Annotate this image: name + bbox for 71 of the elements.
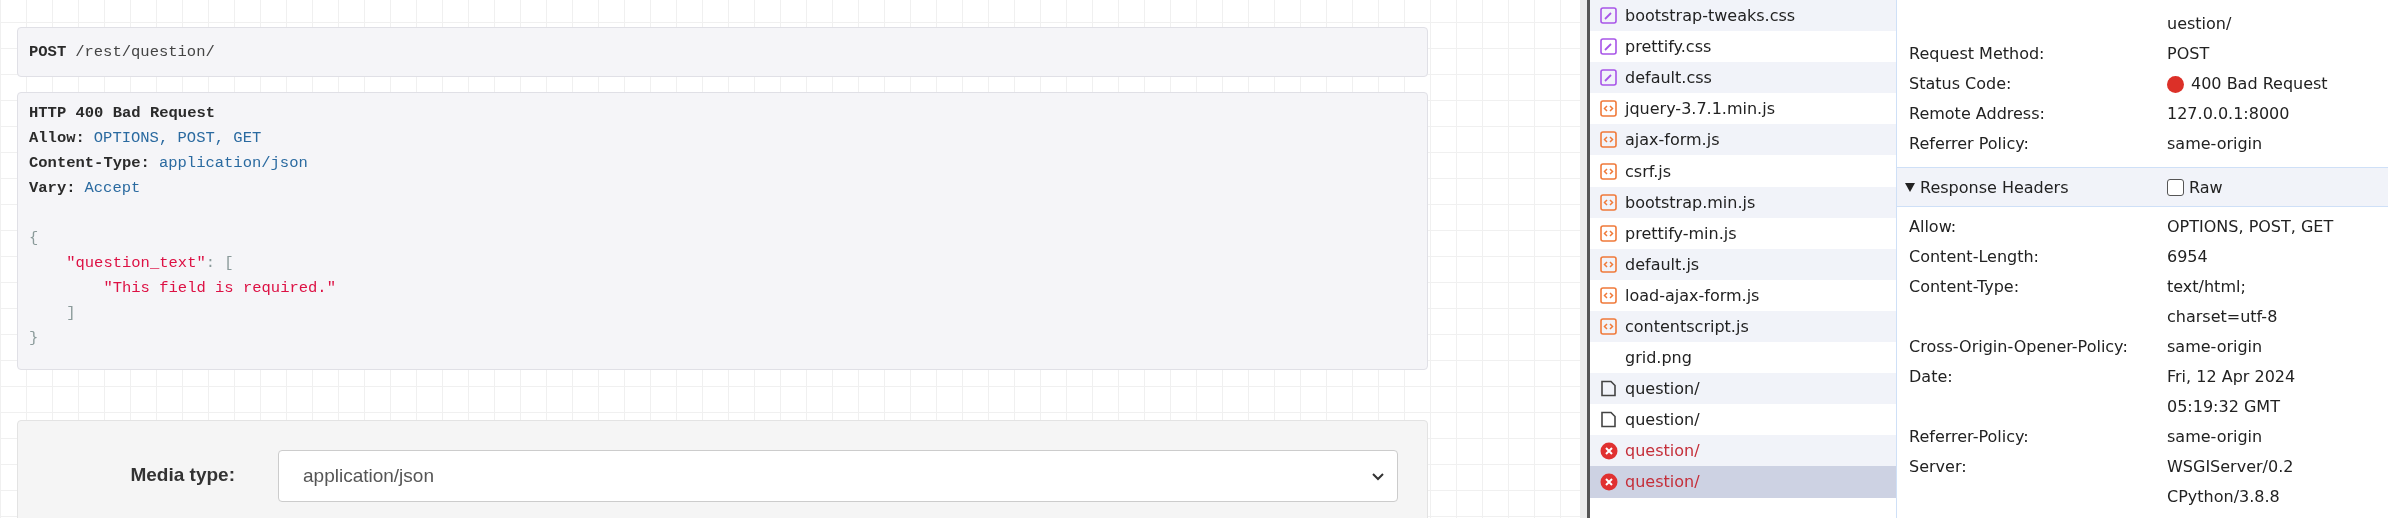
request-path: /rest/question/: [75, 43, 215, 61]
status-line: HTTP 400 Bad Request: [29, 103, 216, 124]
script-icon: [1600, 255, 1617, 273]
error-icon: [1600, 441, 1618, 460]
header-value: 6954: [2167, 246, 2208, 268]
header-label: Cross-Origin-Opener-Policy:: [1909, 337, 2128, 356]
header-value: Fri, 12 Apr 2024: [2167, 366, 2296, 388]
script-icon: [1600, 162, 1617, 180]
header-label: Referrer Policy:: [1909, 134, 2029, 153]
header-value: same-origin: [2167, 133, 2263, 155]
error-icon: [1600, 472, 1618, 491]
media-type-select[interactable]: application/json: [278, 450, 1398, 502]
header-value: POST: [2167, 43, 2210, 65]
request-row[interactable]: bootstrap-tweaks.css: [1590, 0, 1896, 32]
header-name: Allow:: [29, 128, 85, 149]
header-label: Content-Type:: [1909, 277, 2020, 296]
request-row[interactable]: bootstrap.min.js: [1590, 186, 1896, 218]
header-value: charset=utf-8: [2167, 306, 2278, 328]
request-row[interactable]: default.js: [1590, 248, 1896, 280]
json-line: ]: [65, 303, 76, 324]
header-value: 127.0.0.1:8000: [2167, 103, 2290, 125]
media-type-label: Media type:: [129, 464, 235, 486]
json-line: {: [29, 228, 39, 249]
header-label: Content-Length:: [1909, 247, 2039, 266]
header-value: text/html;: [2167, 276, 2246, 298]
header-value: OPTIONS, POST, GET: [2167, 216, 2334, 238]
header-label: Referrer-Policy:: [1909, 427, 2029, 446]
script-icon: [1600, 224, 1617, 242]
json-line: "This field is required.": [102, 278, 336, 299]
request-row[interactable]: default.css: [1590, 62, 1896, 94]
script-icon: [1600, 286, 1617, 304]
header-name: Content-Type:: [29, 153, 150, 174]
header-label: Request Method:: [1909, 44, 2045, 63]
request-method: POST: [29, 43, 67, 61]
request-row[interactable]: question/: [1590, 435, 1896, 467]
panel-splitter[interactable]: [1580, 0, 1590, 518]
header-value: same-origin: [2167, 336, 2263, 358]
header-value: application/json: [158, 153, 308, 174]
header-label: Server:: [1909, 457, 1967, 476]
stylesheet-icon: [1600, 38, 1617, 56]
header-value: Accept: [84, 178, 141, 199]
stylesheet-icon: [1600, 69, 1617, 87]
request-row[interactable]: ajax-form.js: [1590, 124, 1896, 156]
json-line: "question_text": [: [65, 253, 234, 274]
stylesheet-icon: [1600, 7, 1617, 25]
script-icon: [1600, 193, 1617, 211]
header-value: same-origin: [2167, 426, 2263, 448]
header-value: uestion/: [2167, 13, 2232, 35]
raw-checkbox[interactable]: Raw: [2167, 177, 2223, 197]
document-icon: [1600, 411, 1617, 429]
header-value: 05:19:32 GMT: [2167, 396, 2280, 418]
caret-icon: [1905, 182, 1915, 192]
header-name: Vary:: [29, 178, 76, 199]
script-icon: [1600, 100, 1617, 118]
header-label: Date:: [1909, 367, 1953, 386]
request-row[interactable]: question/: [1590, 373, 1896, 405]
header-value: WSGIServer/0.2: [2167, 456, 2294, 478]
header-value: 400 Bad Request: [2191, 73, 2328, 95]
request-row[interactable]: contentscript.js: [1590, 310, 1896, 343]
document-icon: [1600, 380, 1617, 398]
response-headers-toggle[interactable]: Response Headers: [1905, 177, 2167, 197]
chevron-icon: [1371, 471, 1385, 481]
script-icon: [1600, 318, 1617, 335]
json-line: }: [29, 328, 39, 349]
header-label: Allow:: [1909, 217, 1957, 236]
header-value: OPTIONS, POST, GET: [93, 128, 262, 149]
header-value: CPython/3.8.8: [2167, 486, 2280, 508]
request-row[interactable]: question/: [1590, 466, 1896, 498]
header-label: Status Code:: [1909, 74, 2012, 93]
script-icon: [1600, 131, 1617, 149]
header-label: Remote Address:: [1909, 104, 2045, 123]
